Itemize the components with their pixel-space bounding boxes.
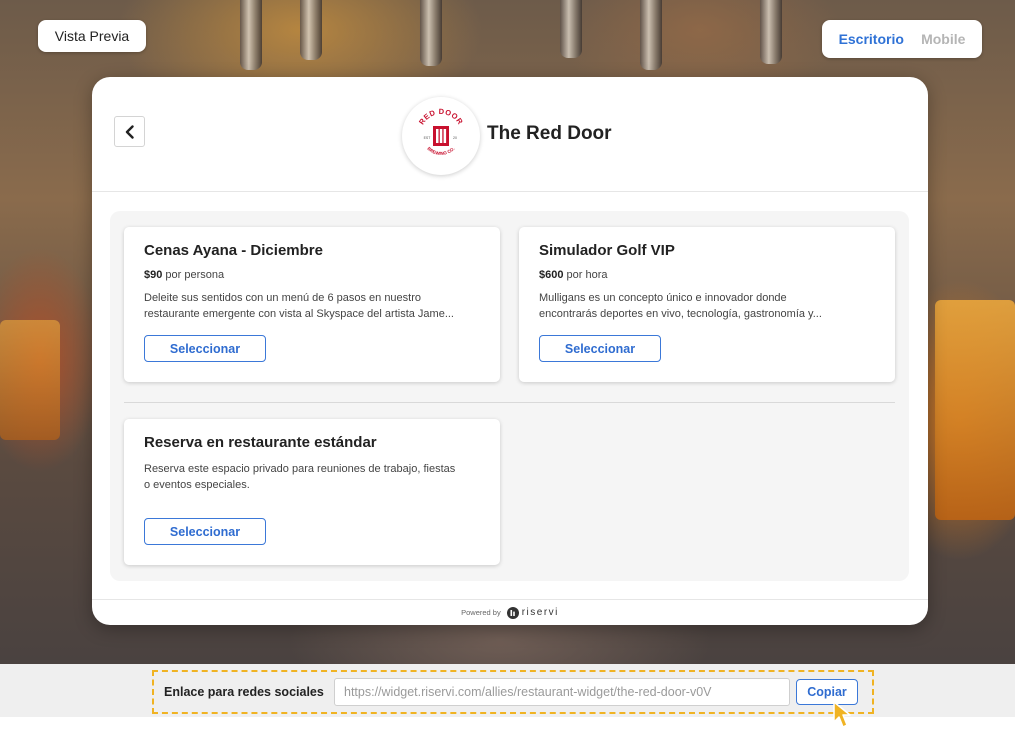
price-amount: $600	[539, 269, 564, 281]
experience-title: Cenas Ayana - Diciembre	[144, 242, 323, 259]
experience-description: Reserva este espacio privado para reunio…	[144, 461, 484, 493]
description-line: Reserva este espacio privado para reunio…	[144, 463, 456, 475]
logo-text-bottom: BREWING CO.	[426, 146, 455, 156]
beer-tap-decoration	[640, 0, 662, 70]
beer-glass-decoration	[935, 300, 1015, 520]
logo-text-right: 20	[453, 136, 457, 140]
share-bar: Enlace para redes sociales Copiar	[0, 664, 1015, 717]
riservi-logo-icon	[506, 606, 519, 619]
share-link-box: Enlace para redes sociales Copiar	[152, 670, 874, 714]
chevron-left-icon	[125, 124, 134, 139]
experience-card: Cenas Ayana - Diciembre $90 por persona …	[124, 227, 500, 382]
experience-title: Simulador Golf VIP	[539, 242, 675, 259]
description-line: Deleite sus sentidos con un menú de 6 pa…	[144, 292, 422, 304]
beer-tap-decoration	[240, 0, 262, 70]
share-url-input[interactable]	[334, 678, 790, 706]
experience-card: Reserva en restaurante estándar Reserva …	[124, 419, 500, 565]
experience-price: $600 por hora	[539, 269, 875, 281]
description-line: encontrarás deportes en vivo, tecnología…	[539, 308, 822, 320]
riservi-brand: riservi	[506, 606, 559, 619]
price-unit: por hora	[566, 269, 608, 281]
beer-tap-decoration	[560, 0, 582, 58]
description-line: Mulligans es un concepto único e innovad…	[539, 292, 787, 304]
logo-text-top: RED DOOR	[417, 107, 464, 126]
tab-mobile[interactable]: Mobile	[921, 31, 965, 47]
beer-glass-decoration	[0, 320, 60, 440]
widget-footer: Powered by riservi	[92, 599, 928, 625]
booking-widget: RED DOOR EST 20 BREWING CO. The Red Door…	[92, 77, 928, 625]
experience-title: Reserva en restaurante estándar	[144, 434, 377, 451]
svg-text:BREWING CO.: BREWING CO.	[426, 146, 455, 156]
tab-desktop[interactable]: Escritorio	[839, 31, 904, 47]
pointer-cursor-icon	[833, 701, 851, 728]
description-line: o eventos especiales.	[144, 479, 250, 491]
price-unit: por persona	[165, 269, 225, 281]
price-amount: $90	[144, 269, 163, 281]
experience-card: Simulador Golf VIP $600 por hora Mulliga…	[519, 227, 895, 382]
experience-price: $90 por persona	[144, 269, 480, 281]
divider	[124, 402, 895, 403]
brand-name: riservi	[521, 607, 559, 618]
beer-tap-decoration	[300, 0, 322, 60]
view-toggle: Escritorio Mobile	[822, 20, 982, 58]
beer-tap-decoration	[420, 0, 442, 66]
experience-list: Cenas Ayana - Diciembre $90 por persona …	[110, 211, 909, 581]
back-button[interactable]	[114, 116, 145, 147]
select-button[interactable]: Seleccionar	[144, 335, 266, 362]
widget-header: RED DOOR EST 20 BREWING CO. The Red Door	[92, 77, 928, 192]
restaurant-logo: RED DOOR EST 20 BREWING CO.	[402, 97, 480, 175]
share-label: Enlace para redes sociales	[164, 685, 324, 699]
red-door-logo-icon: RED DOOR EST 20 BREWING CO.	[417, 107, 465, 156]
preview-label: Vista Previa	[38, 20, 146, 52]
experience-description: Mulligans es un concepto único e innovad…	[539, 290, 879, 322]
beer-tap-decoration	[760, 0, 782, 64]
select-button[interactable]: Seleccionar	[539, 335, 661, 362]
logo-text-left: EST	[424, 136, 432, 140]
experience-description: Deleite sus sentidos con un menú de 6 pa…	[144, 290, 484, 322]
description-line: restaurante emergente con vista al Skysp…	[144, 308, 454, 320]
select-button[interactable]: Seleccionar	[144, 518, 266, 545]
svg-text:RED DOOR: RED DOOR	[417, 107, 465, 126]
powered-by-text: Powered by	[461, 608, 501, 617]
restaurant-name: The Red Door	[487, 123, 612, 144]
